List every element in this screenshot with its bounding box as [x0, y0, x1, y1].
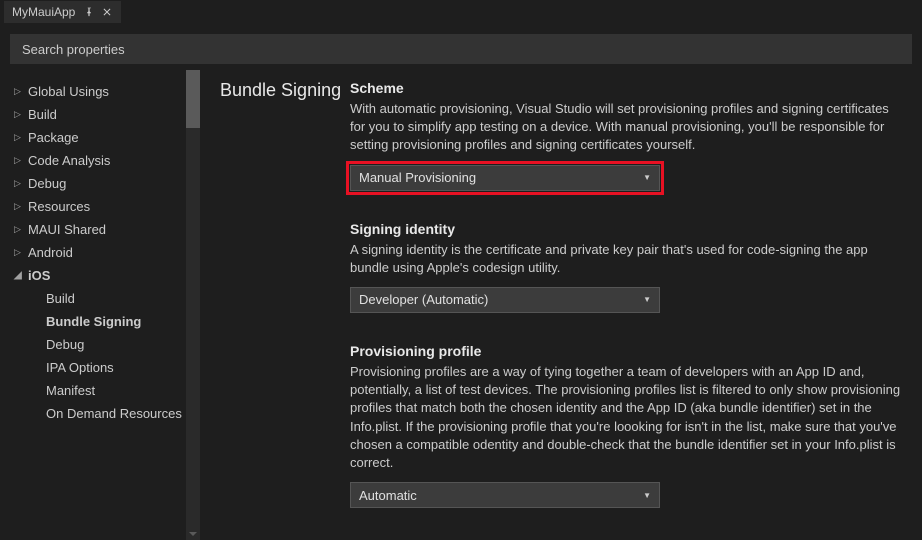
sidebar-item-maui-shared[interactable]: ▷ MAUI Shared	[14, 218, 200, 241]
sidebar-item-label: Bundle Signing	[46, 314, 141, 329]
sidebar-item-global-usings[interactable]: ▷ Global Usings	[14, 80, 200, 103]
sidebar-item-build[interactable]: ▷ Build	[14, 103, 200, 126]
chevron-down-icon: ◢	[14, 270, 24, 281]
sidebar-item-android[interactable]: ▷ Android	[14, 241, 200, 264]
search-bar[interactable]	[10, 34, 912, 64]
scheme-desc: With automatic provisioning, Visual Stud…	[350, 100, 902, 155]
tab-mymauiapp[interactable]: MyMauiApp	[4, 1, 121, 23]
chevron-down-icon: ▼	[643, 491, 651, 500]
sidebar-item-label: Global Usings	[28, 84, 109, 99]
identity-value: Developer (Automatic)	[359, 292, 488, 307]
sidebar-item-label: Debug	[28, 176, 66, 191]
chevron-right-icon: ▷	[14, 178, 24, 189]
sidebar-item-label: Package	[28, 130, 79, 145]
chevron-down-icon: ▼	[643, 173, 651, 182]
sidebar-item-label: On Demand Resources	[46, 406, 182, 421]
scrollbar-thumb[interactable]	[186, 70, 200, 128]
sidebar-item-ipa-options[interactable]: IPA Options	[14, 356, 200, 379]
scrollbar-down-arrow-icon[interactable]	[189, 532, 197, 536]
chevron-right-icon: ▷	[14, 224, 24, 235]
sidebar: ▷ Global Usings ▷ Build ▷ Package ▷ Code Analys…	[0, 70, 200, 540]
identity-desc: A signing identity is the certificate an…	[350, 241, 902, 277]
sidebar-item-label: Code Analysis	[28, 153, 110, 168]
sidebar-item-code-analysis[interactable]: ▷ Code Analysis	[14, 149, 200, 172]
sidebar-item-ios[interactable]: ◢ iOS	[14, 264, 200, 287]
sidebar-item-manifest[interactable]: Manifest	[14, 379, 200, 402]
sidebar-item-label: Manifest	[46, 383, 95, 398]
scheme-label: Scheme	[350, 80, 902, 96]
profile-label: Provisioning profile	[350, 343, 902, 359]
sidebar-item-package[interactable]: ▷ Package	[14, 126, 200, 149]
sidebar-item-build[interactable]: Build	[14, 287, 200, 310]
pin-icon[interactable]	[83, 6, 95, 18]
sidebar-item-bundle-signing[interactable]: Bundle Signing	[14, 310, 200, 333]
chevron-right-icon: ▷	[14, 247, 24, 258]
close-icon[interactable]	[101, 6, 113, 18]
chevron-right-icon: ▷	[14, 155, 24, 166]
search-input[interactable]	[22, 42, 900, 57]
sidebar-item-debug[interactable]: ▷ Debug	[14, 172, 200, 195]
identity-dropdown[interactable]: Developer (Automatic) ▼	[350, 287, 660, 313]
scheme-dropdown[interactable]: Manual Provisioning ▼	[350, 165, 660, 191]
profile-desc: Provisioning profiles are a way of tying…	[350, 363, 902, 472]
profile-dropdown[interactable]: Automatic ▼	[350, 482, 660, 508]
chevron-right-icon: ▷	[14, 86, 24, 97]
sidebar-scrollbar[interactable]	[186, 70, 200, 540]
scheme-value: Manual Provisioning	[359, 170, 476, 185]
sidebar-item-label: Resources	[28, 199, 90, 214]
setting-profile: Provisioning profile Provisioning profil…	[350, 343, 902, 508]
profile-value: Automatic	[359, 488, 417, 503]
setting-scheme: Scheme With automatic provisioning, Visu…	[350, 80, 902, 191]
sidebar-item-on-demand-resources[interactable]: On Demand Resources	[14, 402, 200, 425]
section-title: Bundle Signing	[220, 80, 350, 540]
sidebar-item-debug[interactable]: Debug	[14, 333, 200, 356]
chevron-right-icon: ▷	[14, 201, 24, 212]
sidebar-item-label: MAUI Shared	[28, 222, 106, 237]
sidebar-item-label: Debug	[46, 337, 84, 352]
tab-bar: MyMauiApp	[0, 0, 922, 24]
chevron-right-icon: ▷	[14, 132, 24, 143]
chevron-down-icon: ▼	[643, 295, 651, 304]
sidebar-item-label: Build	[28, 107, 57, 122]
sidebar-item-label: iOS	[28, 268, 50, 283]
content-area: Bundle Signing Scheme With automatic pro…	[200, 70, 922, 540]
setting-identity: Signing identity A signing identity is t…	[350, 221, 902, 313]
sidebar-item-resources[interactable]: ▷ Resources	[14, 195, 200, 218]
identity-label: Signing identity	[350, 221, 902, 237]
sidebar-item-label: Build	[46, 291, 75, 306]
tab-title: MyMauiApp	[12, 5, 75, 19]
sidebar-item-label: IPA Options	[46, 360, 114, 375]
sidebar-item-label: Android	[28, 245, 73, 260]
chevron-right-icon: ▷	[14, 109, 24, 120]
